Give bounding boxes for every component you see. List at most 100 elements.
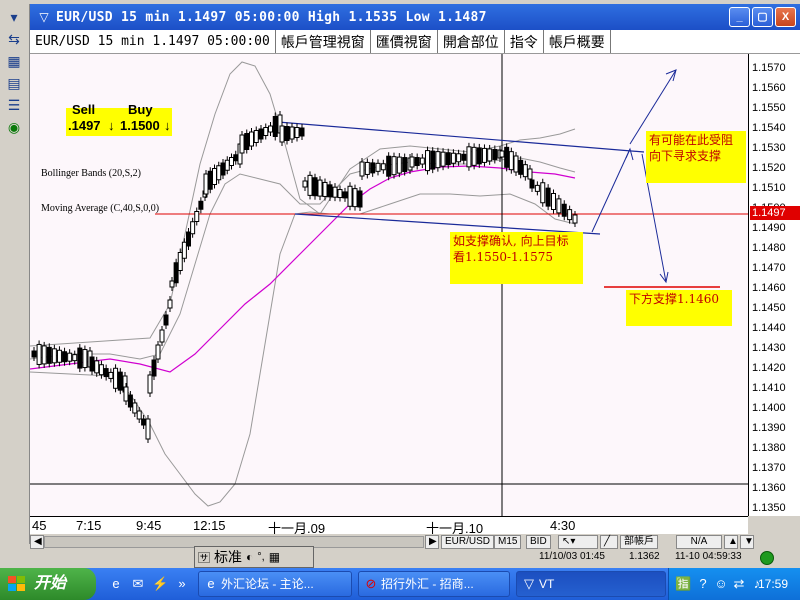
candle-body	[155, 344, 161, 360]
ime-mode-label[interactable]: 标准	[214, 547, 242, 567]
tab-quotes[interactable]: 匯價視窗	[371, 30, 438, 53]
candle-body	[386, 155, 392, 177]
candle-body	[145, 418, 151, 440]
start-button[interactable]: 开始	[0, 568, 96, 600]
candle-body	[527, 168, 533, 180]
tab-bar: EUR/USD 15 min 1.1497 05:00:00 帳戶管理視窗 匯價…	[30, 30, 800, 54]
candle-body	[375, 162, 381, 172]
help-tray-icon[interactable]: ?	[695, 576, 711, 592]
tab-chart[interactable]: EUR/USD 15 min 1.1497 05:00:00	[30, 30, 276, 53]
cursor-tool-icon[interactable]: ↖▾	[558, 535, 598, 549]
candle-body	[440, 151, 446, 167]
target-icon[interactable]: ◉	[4, 118, 24, 136]
list-icon[interactable]: ☰	[4, 96, 24, 114]
candle-body	[471, 146, 477, 166]
tab-orders[interactable]: 指令	[505, 30, 544, 53]
candle-body	[487, 148, 493, 162]
close-button[interactable]: X	[775, 7, 796, 27]
email-quicklaunch-icon[interactable]: ✉	[130, 576, 146, 592]
candle-body	[445, 152, 451, 166]
candle-body	[414, 157, 420, 167]
punctuation-icon[interactable]: °,	[257, 551, 264, 563]
candle-body	[551, 193, 556, 210]
scroll-up-icon[interactable]: ▲	[724, 535, 738, 549]
line-tool-icon[interactable]: ╱	[600, 535, 618, 549]
candle-body	[229, 157, 234, 166]
browser-icon: e	[207, 576, 215, 591]
layout-icon[interactable]: ▤	[4, 74, 24, 92]
candle-body	[327, 184, 333, 198]
candle-body	[294, 127, 300, 138]
moving-average-label: Moving Average (C,40,S,0,0)	[41, 203, 160, 214]
candle-body	[77, 347, 83, 369]
sell-price[interactable]: .1497	[68, 118, 101, 133]
quote-box[interactable]: Sell Buy .1497 ↓ 1.1500 ↓	[66, 102, 172, 136]
candle-body	[430, 150, 436, 170]
tab-account-management[interactable]: 帳戶管理視窗	[276, 30, 371, 53]
candle-body	[391, 156, 397, 176]
swap-arrows-icon[interactable]: ⇆	[4, 30, 24, 48]
ime-logo-icon[interactable]: 🈂	[198, 549, 210, 566]
grid-icon[interactable]: ▦	[4, 52, 24, 70]
messenger-tray-icon[interactable]: ☺	[713, 576, 729, 592]
price-chart[interactable]: Sell Buy .1497 ↓ 1.1500 ↓ Bollinger Band…	[30, 54, 748, 516]
period-selector[interactable]: M15	[494, 535, 522, 549]
candle-body	[113, 367, 119, 389]
candle-body	[572, 214, 578, 224]
time-axis: 45 7:15 9:45 12:15 十一月.09 十一月.10 4:30	[30, 516, 748, 536]
candle-body	[307, 174, 313, 196]
task-forum[interactable]: e 外汇论坛 - 主论...	[198, 571, 352, 597]
media-quicklaunch-icon[interactable]: ⚡	[152, 576, 168, 592]
task-cmb[interactable]: ⊘ 招行外汇 - 招商...	[358, 571, 510, 597]
ime-tray-icon[interactable]: 🈯	[675, 576, 691, 592]
candle-body	[212, 168, 217, 185]
network-tray-icon[interactable]: ⇄	[731, 576, 747, 592]
scroll-left-icon[interactable]: ◀	[30, 535, 44, 549]
ime-toolbar[interactable]: 🈂 标准 ◐ °, ▦	[194, 546, 314, 568]
task-label: VT	[539, 577, 555, 591]
price-label: 1.1530	[752, 142, 786, 154]
candle-body	[268, 125, 273, 133]
side-selector[interactable]: BID	[526, 535, 551, 549]
symbol-selector[interactable]: EUR/USD	[441, 535, 495, 549]
candle-body	[127, 394, 133, 408]
half-width-icon[interactable]: ◐	[246, 550, 253, 564]
candle-body	[169, 280, 175, 288]
candle-body	[181, 241, 187, 259]
candle-body	[370, 162, 376, 174]
candle-body	[167, 299, 173, 309]
window-titlebar: ▽ EUR/USD 15 min 1.1497 05:00:00 High 1.…	[30, 4, 800, 30]
candle-body	[534, 184, 540, 192]
candle-body	[380, 163, 386, 171]
price-label: 1.1450	[752, 302, 786, 314]
keyboard-icon[interactable]: ▦	[269, 550, 280, 564]
candle-body	[279, 125, 285, 143]
candle-body	[173, 262, 179, 284]
price-label: 1.1480	[752, 242, 786, 254]
dropdown-arrow-icon[interactable]: ▾	[4, 8, 24, 26]
tab-open-positions[interactable]: 開倉部位	[438, 30, 505, 53]
vt-icon: ▽	[524, 576, 534, 591]
candle-body	[272, 116, 278, 137]
scroll-down-icon[interactable]: ▼	[740, 535, 754, 549]
candle-body	[522, 164, 528, 178]
price-label: 1.1350	[752, 502, 786, 514]
tab-account-summary[interactable]: 帳戶概要	[544, 30, 611, 53]
maximize-button[interactable]: ▢	[752, 7, 773, 27]
task-vt[interactable]: ▽ VT	[516, 571, 666, 597]
candle-body	[67, 352, 73, 362]
price-label: 1.1400	[752, 402, 786, 414]
candle-body	[94, 360, 100, 374]
ie-quicklaunch-icon[interactable]: e	[108, 576, 124, 592]
minimize-button[interactable]: _	[729, 7, 750, 27]
scroll-right-icon[interactable]: ▶	[425, 535, 439, 549]
candle-body	[518, 159, 524, 175]
buy-price[interactable]: 1.1500	[120, 118, 160, 133]
account-selector[interactable]: 部帳戶	[620, 535, 658, 549]
candle-body	[419, 157, 425, 165]
candle-body	[337, 189, 343, 199]
connection-status-icon	[760, 551, 774, 565]
candle-body	[220, 162, 226, 176]
cmb-icon: ⊘	[365, 576, 377, 591]
show-more-icon[interactable]: »	[174, 576, 190, 592]
